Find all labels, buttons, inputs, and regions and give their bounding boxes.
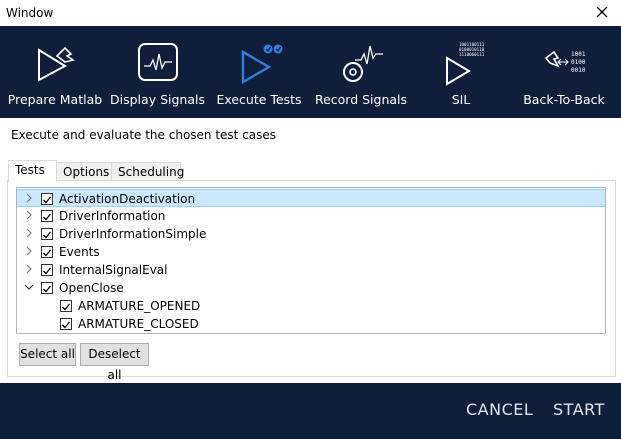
tool-record-signals[interactable]: Record Signals — [312, 26, 410, 118]
check-icon — [43, 249, 52, 257]
window-title: Window — [6, 6, 54, 20]
checkbox[interactable] — [41, 228, 53, 240]
checkbox[interactable] — [41, 264, 53, 276]
chevron-right-icon[interactable] — [23, 209, 35, 221]
chevron-down-icon[interactable] — [23, 281, 35, 293]
tree-row-label: InternalSignalEval — [59, 263, 168, 277]
tab-options[interactable]: Options — [56, 162, 112, 180]
tree-row-label: DriverInformation — [59, 209, 166, 223]
tree-row-label: Events — [59, 245, 100, 259]
b2b-bits-0: 1001 — [571, 51, 586, 58]
checkbox[interactable] — [60, 300, 72, 312]
tree-row[interactable]: DriverInformationSimple — [17, 225, 605, 243]
tree-row[interactable]: InternalSignalEval — [17, 261, 605, 279]
tool-back-to-back[interactable]: 1001 0100 0010 Back-To-Back — [516, 26, 612, 118]
chevron-right-icon[interactable] — [23, 245, 35, 257]
tool-label: Prepare Matlab — [7, 92, 103, 107]
footer-bar: CANCEL START — [0, 383, 621, 439]
check-icon — [43, 285, 52, 293]
checkbox[interactable] — [41, 193, 53, 205]
cancel-button[interactable]: CANCEL — [466, 400, 533, 419]
checkbox[interactable] — [60, 318, 72, 330]
tree-row-label: DriverInformationSimple — [59, 227, 207, 241]
tree-row[interactable]: OpenClose — [17, 279, 605, 297]
tool-label: Display Signals — [110, 92, 205, 107]
sil-icon: 1001100111 0100010110 1110060111 — [446, 42, 485, 86]
check-icon — [43, 213, 52, 221]
tree-row-label: ARMATURE_OPENED — [78, 299, 201, 313]
check-icon — [62, 303, 71, 311]
chevron-right-icon[interactable] — [23, 192, 35, 204]
tool-label: SIL — [451, 92, 471, 107]
tool-sil[interactable]: 1001100111 0100010110 1110060111 SIL — [410, 26, 512, 118]
tree-row[interactable]: DriverInformation — [17, 207, 605, 225]
main-toolbar: Prepare Matlab Display Signals Execute T… — [0, 26, 621, 118]
check-icon — [43, 267, 52, 275]
tree-row-label: ActivationDeactivation — [59, 192, 196, 206]
tree-row[interactable]: ARMATURE_OPENED — [17, 297, 605, 315]
start-button[interactable]: START — [553, 400, 605, 419]
checkbox[interactable] — [41, 246, 53, 258]
checkbox[interactable] — [41, 210, 53, 222]
b2b-bits-1: 0100 — [571, 59, 586, 66]
back-to-back-icon: 1001 0100 0010 — [544, 50, 586, 74]
select-all-button[interactable]: Select all — [19, 343, 76, 366]
test-tree[interactable]: ActivationDeactivation DriverInformation… — [16, 187, 606, 334]
tool-prepare-matlab[interactable]: Prepare Matlab — [0, 26, 110, 118]
close-icon[interactable] — [593, 3, 611, 21]
execute-tests-icon — [241, 44, 283, 85]
tool-display-signals[interactable]: Display Signals — [110, 26, 205, 118]
tool-label: Back-To-Back — [523, 92, 605, 107]
prepare-matlab-icon — [38, 46, 75, 82]
chevron-right-icon[interactable] — [23, 263, 35, 275]
tool-execute-tests[interactable]: Execute Tests — [210, 26, 308, 118]
tool-label: Execute Tests — [216, 92, 302, 107]
page-subtitle: Execute and evaluate the chosen test cas… — [11, 128, 277, 142]
record-signals-icon — [343, 45, 383, 82]
title-bar: Window — [0, 0, 621, 26]
tree-row[interactable]: ARMATURE_CLOSED — [17, 315, 605, 333]
check-icon — [62, 321, 71, 329]
deselect-all-button[interactable]: Deselect all — [80, 343, 149, 382]
tree-row[interactable]: Events — [17, 243, 605, 261]
display-signals-icon — [137, 43, 178, 81]
checkbox[interactable] — [41, 282, 53, 294]
tree-row-label: OpenClose — [59, 281, 124, 295]
b2b-bits-2: 0010 — [571, 67, 586, 74]
sil-bits-2: 1110060111 — [459, 52, 485, 57]
tab-scheduling[interactable]: Scheduling — [111, 162, 184, 180]
tree-row-label: ARMATURE_CLOSED — [78, 317, 199, 331]
check-icon — [43, 196, 52, 204]
tab-tests[interactable]: Tests — [8, 160, 57, 182]
tool-label: Record Signals — [314, 92, 408, 107]
check-icon — [43, 231, 52, 239]
chevron-right-icon[interactable] — [23, 227, 35, 239]
tree-row[interactable]: ActivationDeactivation — [17, 189, 605, 207]
